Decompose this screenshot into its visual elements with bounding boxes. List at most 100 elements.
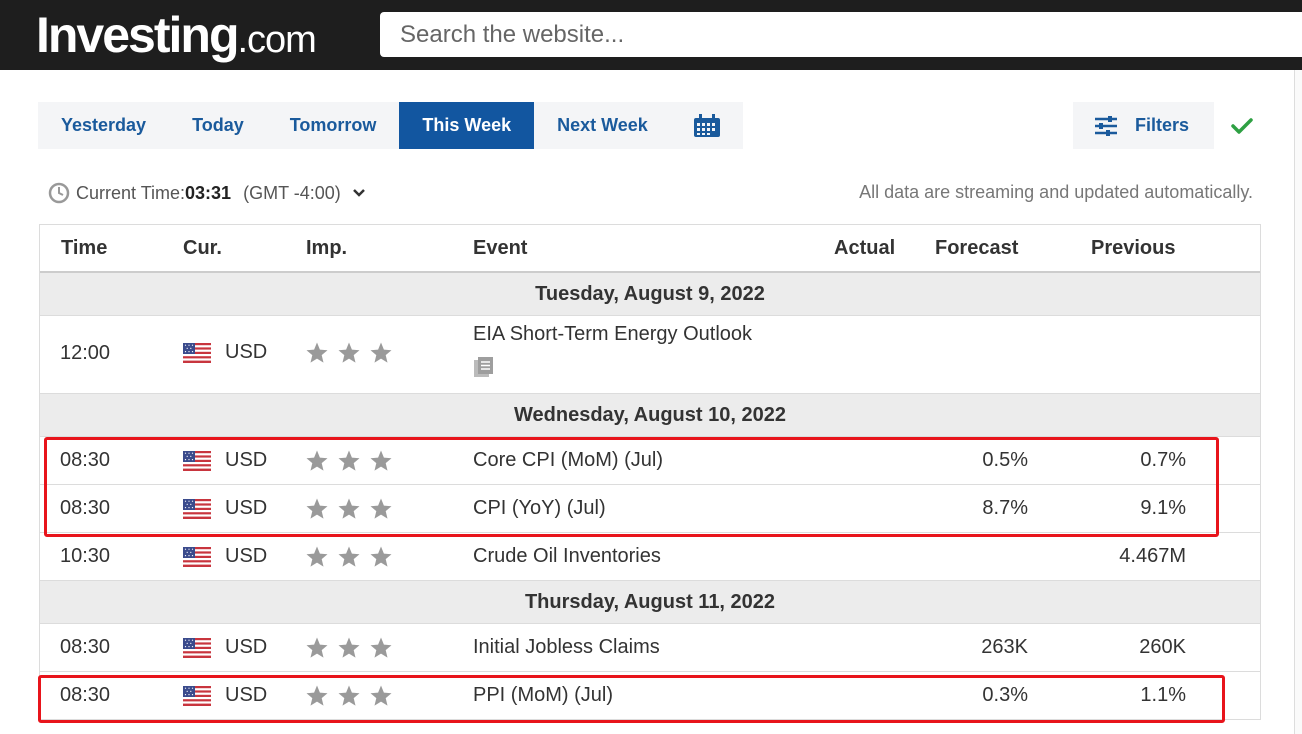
current-time-value: 03:31 [185, 182, 232, 203]
col-currency[interactable]: Cur. [183, 237, 222, 260]
event-currency: USD [183, 341, 267, 364]
star-icon [338, 498, 360, 519]
event-name[interactable]: Crude Oil Inventories [473, 545, 661, 568]
col-previous[interactable]: Previous [1091, 237, 1175, 260]
event-forecast: 0.3% [982, 684, 1028, 706]
star-icon [370, 450, 392, 471]
col-time[interactable]: Time [61, 237, 107, 260]
event-time: 08:30 [60, 497, 111, 519]
economic-calendar-table: Time Cur. Imp. Event Actual Forecast Pre… [39, 224, 1261, 720]
importance-stars [305, 341, 393, 365]
event-forecast: 8.7% [982, 497, 1028, 519]
currency-code: USD [225, 684, 268, 706]
top-bar: Investing.com [0, 0, 1302, 70]
scrollbar-edge [1294, 70, 1302, 734]
calendar-button[interactable] [671, 102, 743, 149]
importance-stars [305, 636, 393, 660]
filters-button[interactable]: Filters [1073, 102, 1214, 149]
current-time-label: Current Time: [76, 182, 186, 203]
table-header: Time Cur. Imp. Event Actual Forecast Pre… [40, 225, 1260, 273]
event-time: 08:30 [60, 684, 111, 706]
us-flag-icon [183, 498, 211, 519]
us-flag-icon [183, 546, 211, 567]
star-icon [370, 637, 392, 658]
tab-this-week[interactable]: This Week [399, 102, 535, 149]
star-icon [306, 685, 328, 706]
star-icon [338, 342, 360, 363]
col-forecast[interactable]: Forecast [935, 237, 1018, 260]
importance-stars [305, 545, 393, 569]
document-icon[interactable] [473, 356, 495, 378]
event-time: 08:30 [60, 449, 111, 471]
chevron-down-icon[interactable] [352, 188, 365, 198]
current-time-bar: Current Time: 03:31 (GMT -4:00) [48, 182, 365, 204]
filters-label: Filters [1135, 115, 1190, 135]
col-actual[interactable]: Actual [834, 237, 895, 260]
importance-stars [305, 684, 393, 708]
check-icon [1231, 118, 1253, 134]
event-time: 10:30 [60, 545, 111, 567]
us-flag-icon [183, 342, 211, 363]
event-previous: 260K [1139, 636, 1186, 658]
us-flag-icon [183, 637, 211, 658]
event-name[interactable]: CPI (YoY) (Jul) [473, 497, 606, 520]
tab-next-week[interactable]: Next Week [534, 102, 671, 149]
tab-tomorrow[interactable]: Tomorrow [267, 102, 400, 149]
event-name[interactable]: Initial Jobless Claims [473, 636, 660, 659]
timezone-selector[interactable]: (GMT -4:00) [243, 183, 341, 204]
star-icon [306, 450, 328, 471]
event-previous: 0.7% [1140, 449, 1186, 471]
day-header-row: Thursday, August 11, 2022 [40, 581, 1260, 624]
star-icon [306, 546, 328, 567]
calendar-icon [693, 113, 720, 137]
event-time: 12:00 [60, 342, 111, 364]
us-flag-icon [183, 450, 211, 471]
event-row[interactable]: 10:30 USD Crude Oil Inventories 4.467M [40, 533, 1260, 581]
col-importance[interactable]: Imp. [306, 237, 347, 260]
importance-stars [305, 497, 393, 521]
star-icon [338, 637, 360, 658]
event-currency: USD [183, 684, 267, 707]
day-header-row: Tuesday, August 9, 2022 [40, 273, 1260, 316]
event-row[interactable]: 08:30 USD CPI (YoY) (Jul) 8.7% 9.1% [40, 485, 1260, 533]
event-row[interactable]: 12:00 USD EIA Short-Term Energy Outlook [40, 316, 1260, 394]
star-icon [306, 498, 328, 519]
currency-code: USD [225, 497, 268, 519]
clock-icon [48, 182, 70, 204]
logo-suffix: .com [237, 19, 316, 61]
star-icon [306, 637, 328, 658]
event-row[interactable]: 08:30 USD Core CPI (MoM) (Jul) 0.5% 0.7% [40, 437, 1260, 485]
star-icon [370, 685, 392, 706]
search-input[interactable] [380, 12, 1302, 57]
tab-today[interactable]: Today [169, 102, 267, 149]
star-icon [370, 546, 392, 567]
streaming-note: All data are streaming and updated autom… [859, 182, 1253, 202]
event-row[interactable]: 08:30 USD Initial Jobless Claims 263K 260K [40, 624, 1260, 672]
currency-code: USD [225, 341, 268, 363]
event-forecast: 0.5% [982, 449, 1028, 471]
event-name[interactable]: EIA Short-Term Energy Outlook [473, 323, 752, 346]
event-previous: 1.1% [1140, 684, 1186, 706]
date-tabs: Yesterday Today Tomorrow This Week Next … [38, 102, 743, 149]
event-time: 08:30 [60, 636, 111, 658]
star-icon [338, 685, 360, 706]
event-name[interactable]: Core CPI (MoM) (Jul) [473, 449, 663, 472]
tab-yesterday[interactable]: Yesterday [38, 102, 169, 149]
event-row[interactable]: 08:30 USD PPI (MoM) (Jul) 0.3% 1.1% [40, 672, 1260, 720]
event-doc-link[interactable] [473, 356, 495, 384]
star-icon [338, 546, 360, 567]
currency-code: USD [225, 449, 268, 471]
event-name[interactable]: PPI (MoM) (Jul) [473, 684, 613, 707]
star-icon [338, 450, 360, 471]
event-forecast: 263K [981, 636, 1028, 658]
site-logo[interactable]: Investing.com [36, 6, 317, 64]
sliders-icon [1095, 115, 1117, 136]
logo-brand: Investing [36, 7, 239, 63]
event-currency: USD [183, 636, 267, 659]
event-currency: USD [183, 545, 267, 568]
star-icon [370, 498, 392, 519]
event-currency: USD [183, 497, 267, 520]
currency-code: USD [225, 545, 268, 567]
col-event[interactable]: Event [473, 237, 527, 260]
star-icon [306, 342, 328, 363]
